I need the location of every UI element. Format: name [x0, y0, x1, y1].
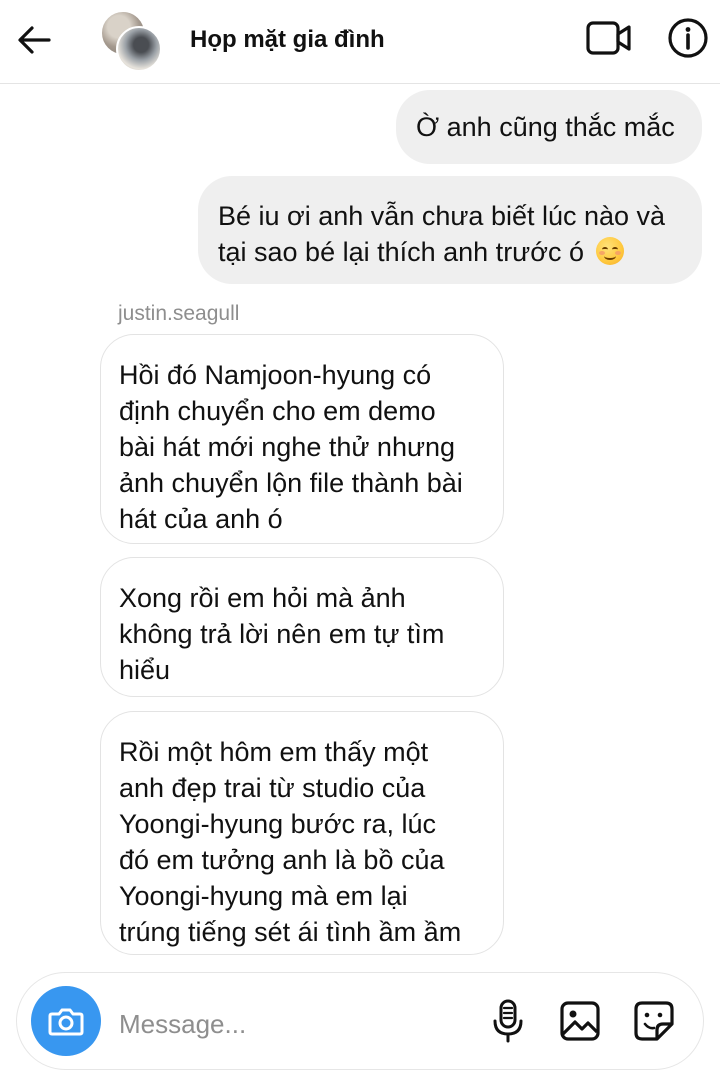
message-line: Bé iu ơi anh vẫn chưa biết lúc nào và — [218, 201, 666, 231]
message-line: anh đẹp trai từ studio của — [119, 773, 426, 803]
message-line: Yoongi-hyung bước ra, lúc — [119, 809, 436, 839]
sticker-button[interactable] — [629, 995, 679, 1047]
camera-icon — [48, 1008, 84, 1036]
video-camera-icon — [586, 21, 631, 55]
microphone-icon — [493, 999, 523, 1043]
message-line: hát của anh ó — [119, 504, 283, 534]
message-line: tại sao bé lại thích anh trước ó — [218, 237, 584, 267]
sender-name: justin.seagull — [118, 302, 240, 325]
back-button[interactable] — [12, 20, 56, 60]
message-bubble-outgoing[interactable]: Ờ anh cũng thắc mắc — [396, 90, 702, 164]
message-line: bài hát mới nghe thử nhưng — [119, 432, 456, 462]
image-icon — [560, 1001, 600, 1041]
message-line: ảnh chuyển lộn file thành bài — [119, 468, 463, 498]
message-text: Ờ anh cũng thắc mắc — [416, 112, 675, 142]
message-line-with-emoji: tại sao bé lại thích anh trước ó — [218, 234, 682, 270]
info-button[interactable] — [664, 14, 712, 62]
message-line: Hồi đó Namjoon-hyung có — [119, 360, 432, 390]
message-line: Rồi một hôm em thấy một — [119, 737, 429, 767]
message-line: định chuyển cho em demo — [119, 396, 436, 426]
message-line: không trả lời nên em tự tìm — [119, 619, 445, 649]
video-call-button[interactable] — [584, 16, 634, 60]
avatar — [116, 26, 162, 72]
message-line: Xong rồi em hỏi mà ảnh — [119, 583, 406, 613]
message-bubble-incoming[interactable]: Hồi đó Namjoon-hyung có định chuyển cho … — [100, 334, 504, 544]
message-bubble-incoming[interactable]: Rồi một hôm em thấy một anh đẹp trai từ … — [100, 711, 504, 955]
message-bubble-outgoing[interactable]: Bé iu ơi anh vẫn chưa biết lúc nào và tạ… — [198, 176, 702, 284]
group-avatar[interactable] — [100, 10, 162, 72]
message-line: đó em tưởng anh là bồ của — [119, 845, 445, 875]
message-input[interactable] — [117, 1003, 481, 1045]
sticker-icon — [634, 1001, 674, 1041]
voice-message-button[interactable] — [483, 995, 533, 1047]
camera-button[interactable] — [31, 986, 101, 1056]
message-bubble-incoming[interactable]: Xong rồi em hỏi mà ảnh không trả lời nên… — [100, 557, 504, 697]
message-line: Yoongi-hyung mà em lại — [119, 881, 408, 911]
message-line: trúng tiếng sét ái tình ầm ầm — [119, 917, 462, 947]
message-composer — [16, 972, 704, 1070]
info-icon — [668, 18, 708, 58]
chat-title[interactable]: Họp mặt gia đình — [190, 26, 385, 54]
arrow-left-icon — [18, 26, 51, 54]
gallery-button[interactable] — [555, 995, 605, 1047]
smiling-face-emoji-icon — [595, 237, 624, 265]
message-line: hiểu — [119, 655, 171, 685]
chat-header: Họp mặt gia đình — [0, 0, 720, 84]
